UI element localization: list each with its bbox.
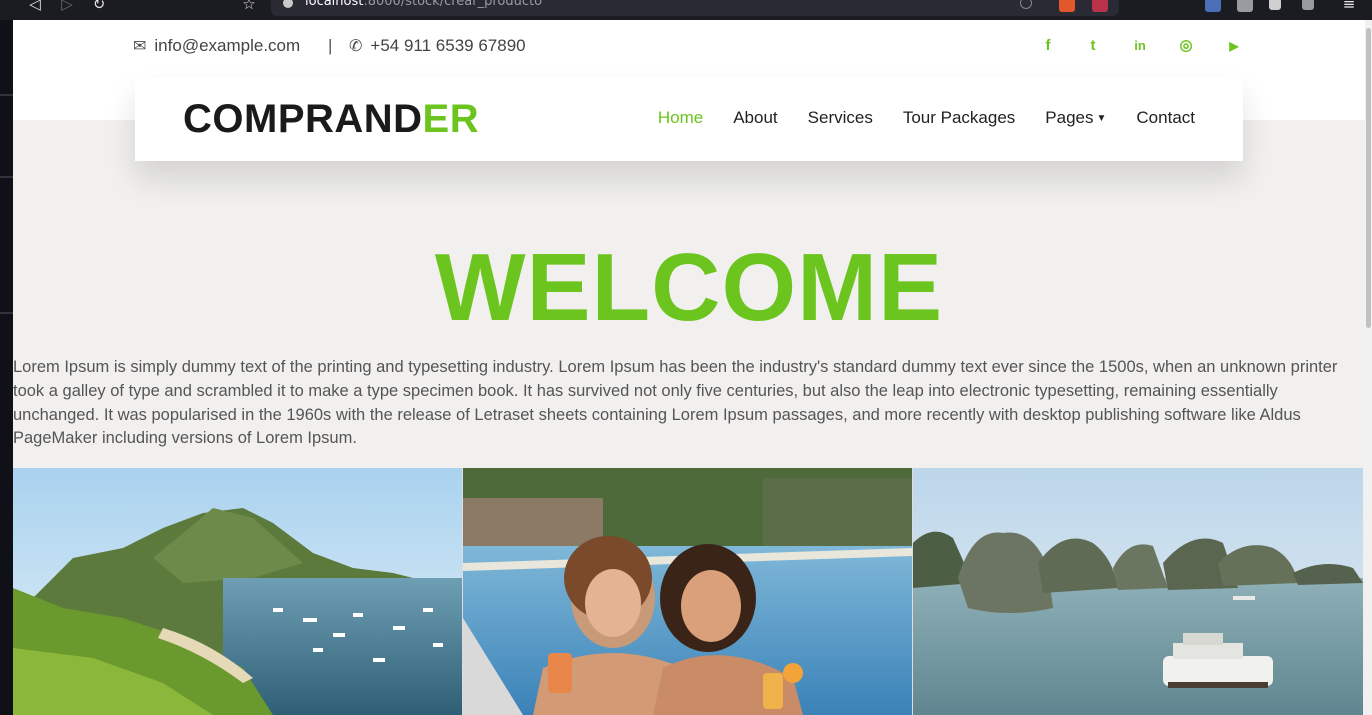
- address-bar[interactable]: localhost:8000/stock/crear_producto: [271, 0, 1119, 16]
- email-text: info@example.com: [154, 36, 301, 55]
- forward-icon[interactable]: ▷: [56, 0, 78, 14]
- extension-icon[interactable]: [1205, 0, 1221, 12]
- page-scrollbar[interactable]: [1365, 20, 1372, 715]
- window-edge: [0, 20, 13, 715]
- nav-pages-dropdown[interactable]: Pages ▼: [1045, 108, 1106, 128]
- scrollbar-thumb[interactable]: [1366, 28, 1371, 328]
- main-navbar: COMPRANDER Home About Services Tour Pack…: [135, 77, 1243, 161]
- phone-icon: ✆: [349, 38, 363, 55]
- phone-text: +54 911 6539 67890: [370, 36, 526, 55]
- island-bay-picture: [13, 468, 462, 715]
- gallery-image-halong-bay[interactable]: [913, 468, 1363, 715]
- brand-logo[interactable]: COMPRANDER: [183, 97, 479, 142]
- email-contact: ✉ info@example.com: [133, 36, 300, 56]
- nav-contact[interactable]: Contact: [1136, 108, 1195, 128]
- envelope-icon: ✉: [133, 38, 147, 55]
- brand-accent: ER: [422, 97, 480, 141]
- nav-pages-label: Pages: [1045, 108, 1094, 127]
- halong-bay-picture: [913, 468, 1363, 715]
- gallery-image-island-bay[interactable]: [13, 468, 463, 715]
- nav-links: Home About Services Tour Packages Pages ▼…: [658, 108, 1195, 128]
- facebook-icon[interactable]: f: [1039, 37, 1057, 55]
- url-path: :8000/stock/crear_producto: [363, 0, 543, 9]
- linkedin-icon[interactable]: in: [1131, 37, 1149, 55]
- brave-rewards-icon[interactable]: [1092, 0, 1108, 12]
- caret-down-icon: ▼: [1096, 113, 1107, 124]
- nav-about[interactable]: About: [733, 108, 777, 128]
- bookmark-icon[interactable]: ☆: [238, 0, 260, 14]
- back-icon[interactable]: ◁: [24, 0, 46, 14]
- phone-contact: ✆ +54 911 6539 67890: [349, 36, 526, 56]
- twitter-icon[interactable]: t: [1084, 37, 1102, 55]
- browser-toolbar: ◁ ▷ ↻ ☆ localhost:8000/stock/crear_produ…: [0, 0, 1372, 20]
- url-host: localhost: [305, 0, 364, 9]
- menu-icon[interactable]: ≡: [1338, 0, 1360, 14]
- sidebar-icon[interactable]: [1269, 0, 1281, 10]
- nav-services[interactable]: Services: [808, 108, 873, 128]
- brand-main: COMPRAND: [183, 97, 423, 141]
- image-gallery: [13, 468, 1365, 715]
- brave-shield-icon[interactable]: [1059, 0, 1075, 12]
- nav-home[interactable]: Home: [658, 108, 703, 128]
- youtube-icon[interactable]: ▶: [1225, 37, 1243, 55]
- puzzle-icon[interactable]: [1237, 0, 1253, 12]
- nav-tour-packages[interactable]: Tour Packages: [903, 108, 1015, 128]
- gallery-image-pool-women[interactable]: [463, 468, 913, 715]
- web-page: ✉ info@example.com | ✆ +54 911 6539 6789…: [13, 20, 1365, 715]
- reload-icon[interactable]: ↻: [88, 0, 110, 14]
- site-info-icon[interactable]: [283, 0, 293, 8]
- wallet-icon[interactable]: [1302, 0, 1314, 10]
- hero-text: Lorem Ipsum is simply dummy text of the …: [13, 358, 1338, 448]
- pool-picture: [463, 468, 912, 715]
- instagram-icon[interactable]: ◎: [1177, 37, 1195, 55]
- contact-separator: |: [328, 36, 333, 55]
- hero-title: WELCOME: [434, 234, 944, 341]
